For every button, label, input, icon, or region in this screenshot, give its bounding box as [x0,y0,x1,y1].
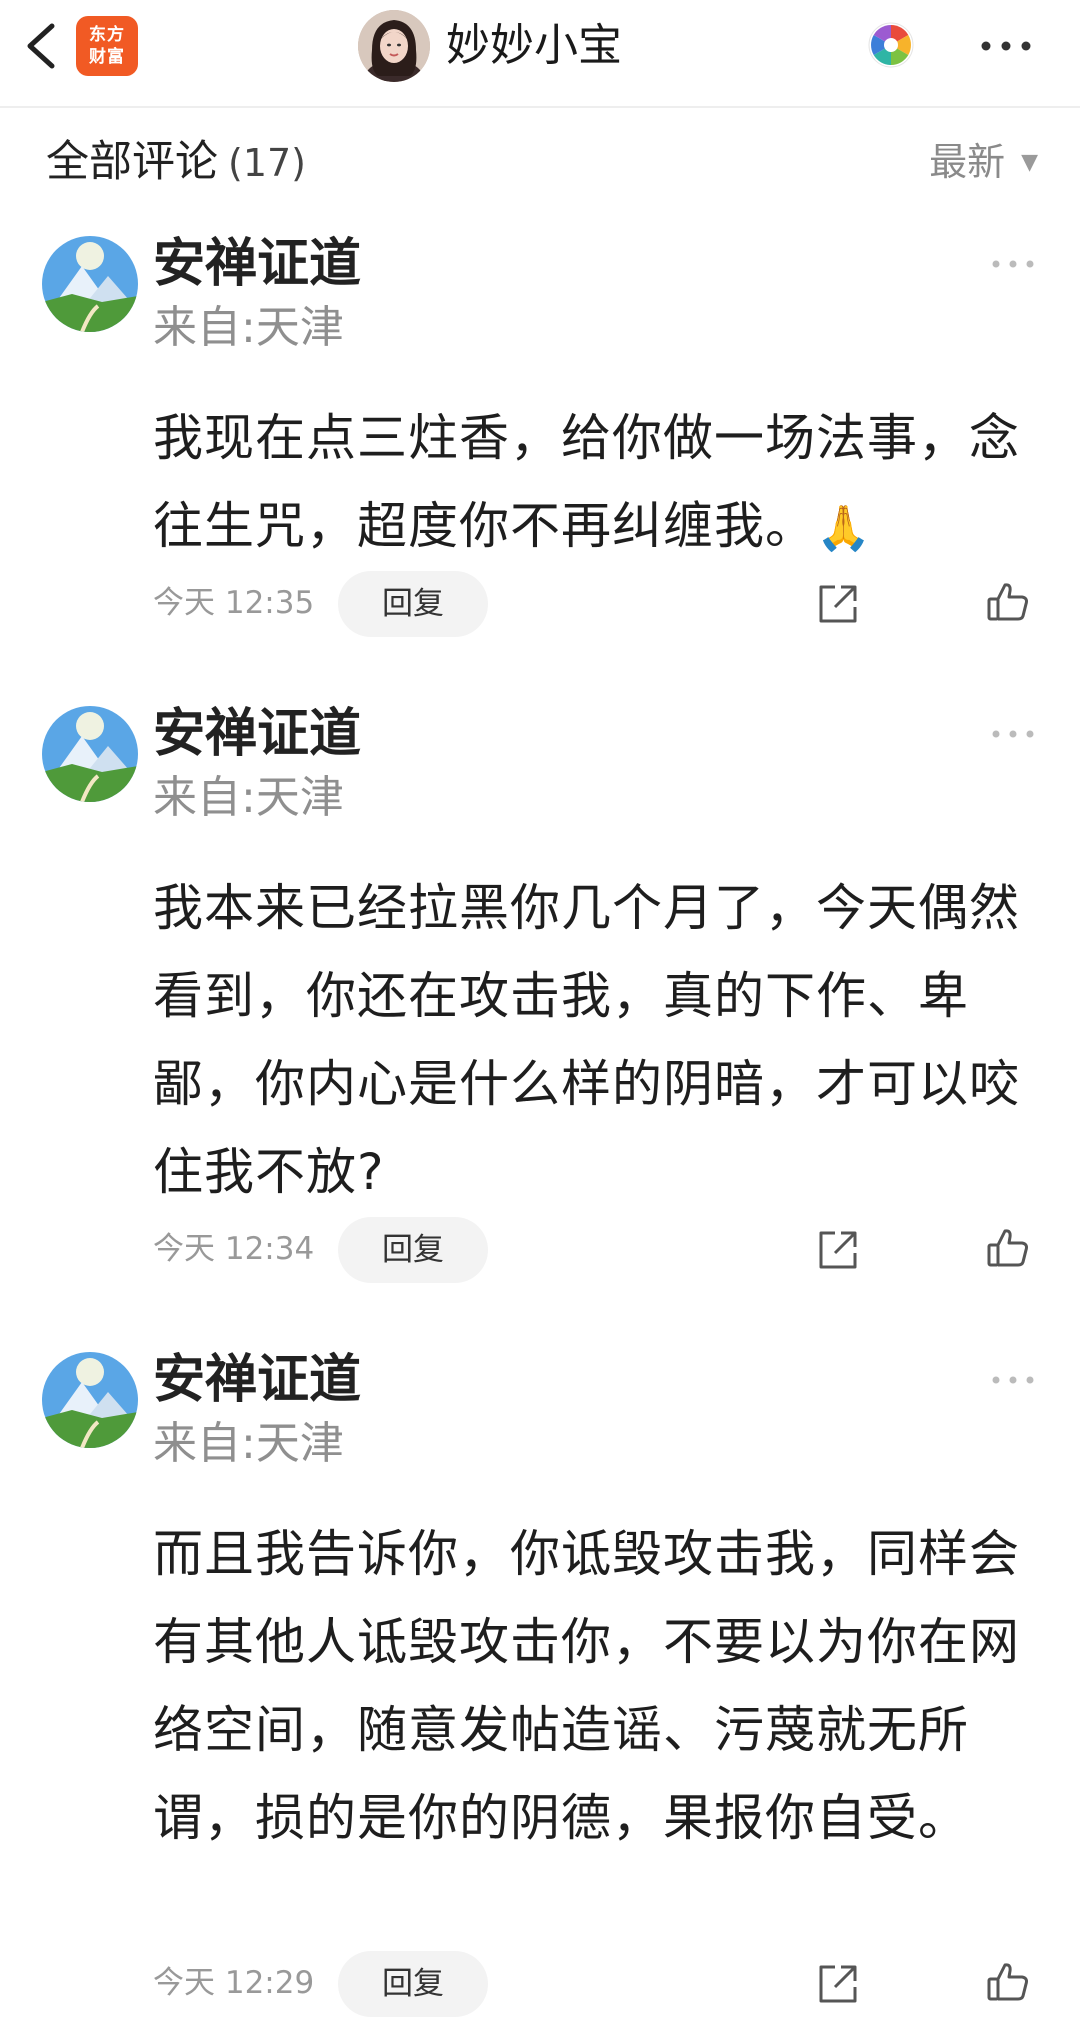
comment-text: 而且我告诉你，你诋毁攻击我，同样会有其他人诋毁攻击你，不要以为你在网络空间，随意… [153,1525,1020,1847]
share-icon[interactable] [815,1961,861,2007]
commenter-name[interactable]: 安禅证道 [153,232,361,296]
commenter-avatar[interactable] [42,1352,138,1448]
comment-text: 我现在点三炷香，给你做一场法事，念往生咒，超度你不再纠缠我。🙏 [153,394,1033,573]
reply-button[interactable]: 回复 [338,571,488,637]
commenter-name[interactable]: 安禅证道 [153,1348,361,1412]
thumbs-up-icon[interactable] [985,1225,1031,1271]
app-logo-line1: 东方 [89,25,125,45]
top-navigation-bar: 东方 财富 妙妙小宝 [0,0,1080,108]
comment-text-body: 我现在点三炷香，给你做一场法事，念往生咒，超度你不再纠缠我。 [153,409,1020,555]
color-wheel-icon[interactable] [866,20,916,70]
comment-more-icon[interactable] [990,1370,1036,1390]
commenter-name[interactable]: 安禅证道 [153,702,361,766]
app-logo-line2: 财富 [89,47,125,67]
share-icon[interactable] [815,1227,861,1273]
comments-title-label: 全部评论 [46,137,218,187]
caret-down-icon: ▼ [1021,150,1038,175]
commenter-avatar[interactable] [42,706,138,802]
comment-meta-row: 今天 12:35 回复 [153,571,1033,637]
comment-text: 我本来已经拉黑你几个月了，今天偶然看到，你还在攻击我，真的下作、卑鄙，你内心是什… [153,879,1020,1201]
comment-meta-row: 今天 12:34 回复 [153,1217,1033,1283]
comments-header: 全部评论 (17) 最新 ▼ [0,110,1080,210]
comment-more-icon[interactable] [990,254,1036,274]
thumbs-up-icon[interactable] [985,579,1031,625]
comment-time: 今天 12:29 [153,1965,315,2001]
commenter-location: 来自:天津 [153,302,344,353]
reply-button[interactable]: 回复 [338,1217,488,1283]
commenter-location: 来自:天津 [153,1418,344,1469]
sort-label: 最新 [929,140,1006,184]
back-icon[interactable] [18,16,62,76]
comments-count: (17) [228,141,307,185]
author-avatar[interactable] [358,10,430,82]
comment-time: 今天 12:34 [153,1231,315,1267]
share-icon[interactable] [815,581,861,627]
commenter-avatar[interactable] [42,236,138,332]
reply-button[interactable]: 回复 [338,1951,488,2017]
comment-more-icon[interactable] [990,724,1036,744]
author-name[interactable]: 妙妙小宝 [446,18,622,74]
sort-dropdown[interactable]: 最新 ▼ [929,134,1038,191]
comment-time: 今天 12:35 [153,585,315,621]
comment-meta-row: 今天 12:29 回复 [153,1951,1033,2017]
app-logo[interactable]: 东方 财富 [76,16,138,76]
more-icon[interactable] [976,28,1036,64]
prayer-emoji-icon: 🙏 [816,503,872,554]
commenter-location: 来自:天津 [153,772,344,823]
comments-title: 全部评论 (17) [46,134,306,191]
thumbs-up-icon[interactable] [985,1959,1031,2005]
